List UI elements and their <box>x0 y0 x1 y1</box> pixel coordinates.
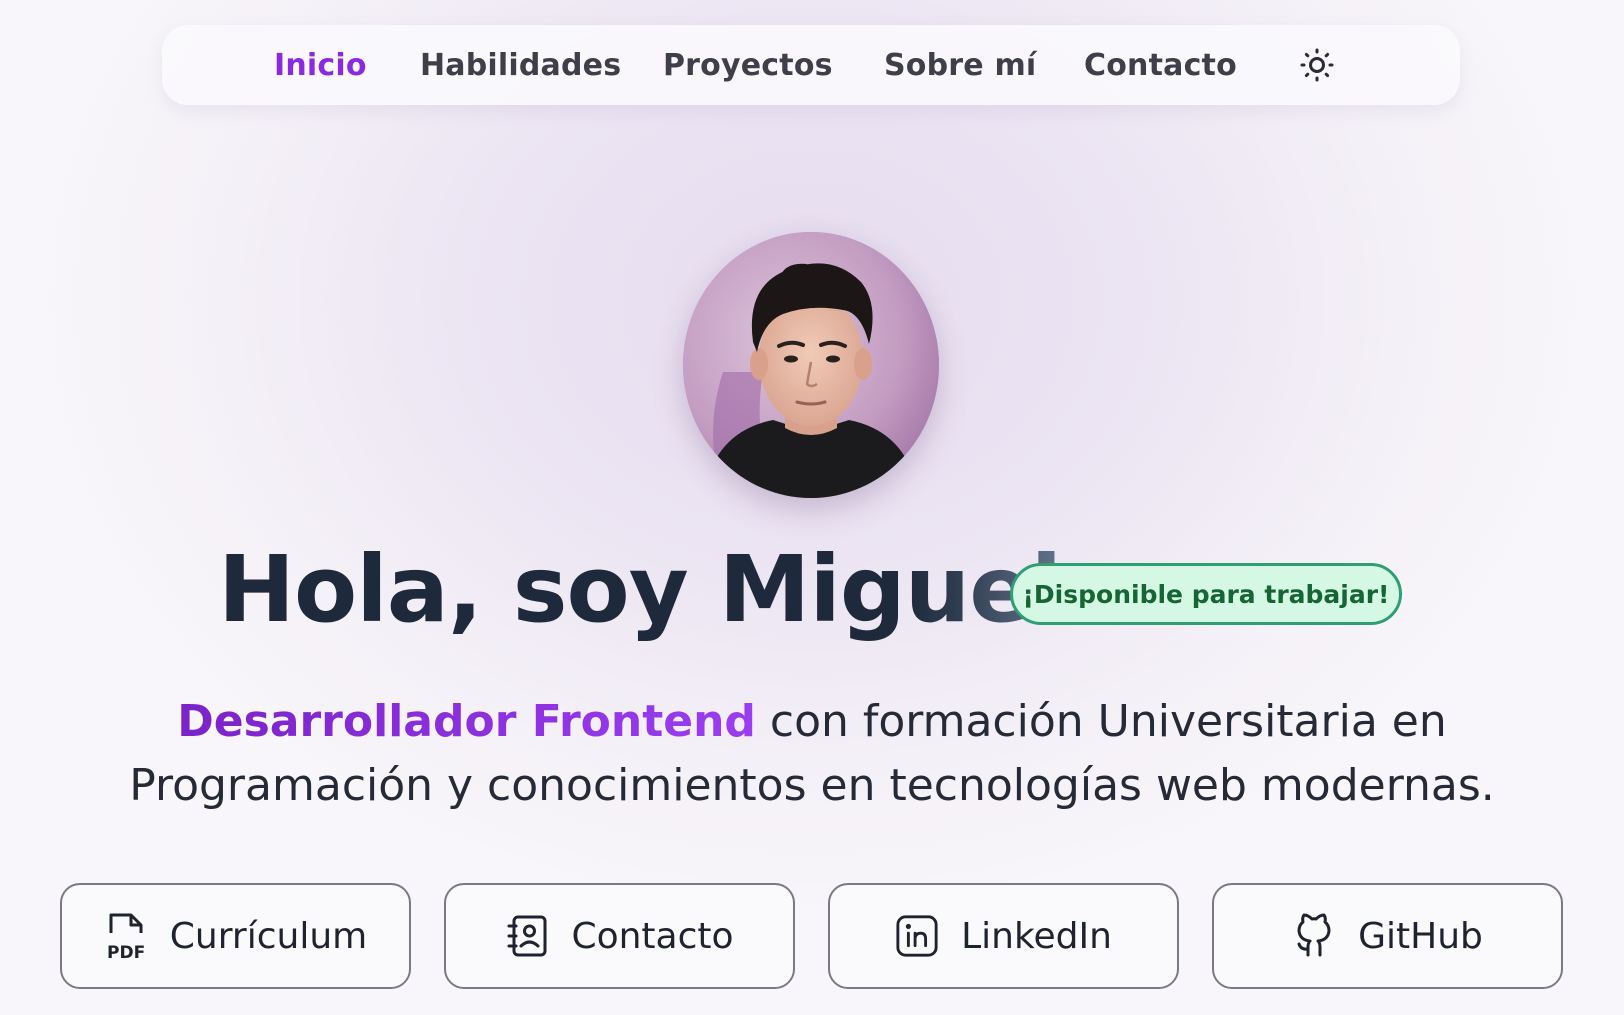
contact-button-label: Contacto <box>571 915 734 957</box>
contact-button[interactable]: Contacto <box>444 883 795 989</box>
curriculum-button[interactable]: PDF Currículum <box>60 883 411 989</box>
hero-role: Desarrollador Frontend <box>177 696 756 747</box>
hero-description: Desarrollador Frontend con formación Uni… <box>80 690 1544 818</box>
nav-item-inicio[interactable]: Inicio <box>274 25 367 105</box>
svg-text:PDF: PDF <box>107 943 145 961</box>
hero-title: Hola, soy Miguel <box>218 535 1062 645</box>
nav-item-contacto[interactable]: Contacto <box>1084 25 1237 105</box>
github-button[interactable]: GitHub <box>1212 883 1563 989</box>
github-button-label: GitHub <box>1358 915 1483 957</box>
availability-badge: ¡Disponible para trabajar! <box>1010 563 1402 625</box>
avatar <box>683 232 939 498</box>
pdf-icon: PDF <box>104 911 148 961</box>
linkedin-button[interactable]: LinkedIn <box>828 883 1179 989</box>
profile-photo <box>683 232 939 498</box>
nav-item-habilidades[interactable]: Habilidades <box>420 25 621 105</box>
nav-item-sobre-mi[interactable]: Sobre mí <box>884 25 1036 105</box>
github-icon <box>1292 911 1336 961</box>
contact-book-icon <box>505 911 549 961</box>
sun-icon <box>1300 48 1334 82</box>
navbar: Inicio Habilidades Proyectos Sobre mí Co… <box>162 25 1460 105</box>
linkedin-icon <box>895 911 939 961</box>
theme-toggle-button[interactable] <box>1297 45 1337 85</box>
hero-title-main: Hola, soy Mig <box>218 536 906 643</box>
nav-item-proyectos[interactable]: Proyectos <box>663 25 833 105</box>
curriculum-button-label: Currículum <box>169 915 368 957</box>
linkedin-button-label: LinkedIn <box>961 915 1112 957</box>
